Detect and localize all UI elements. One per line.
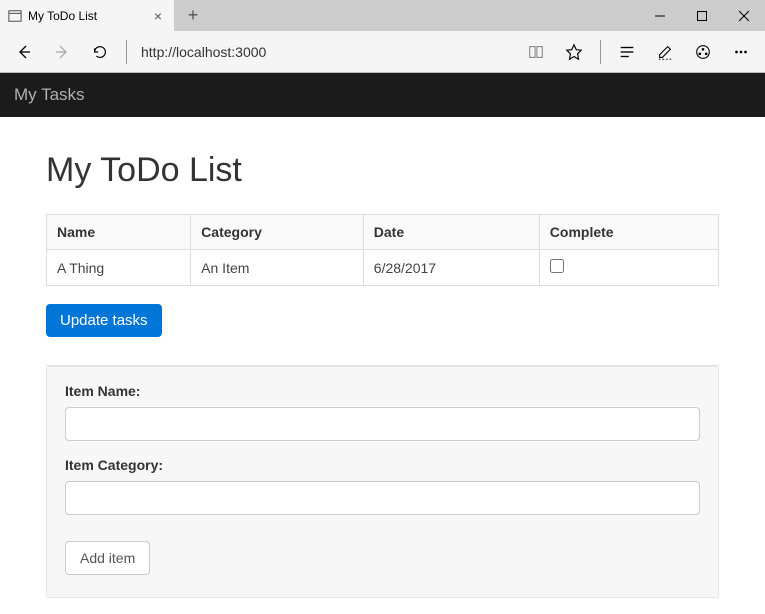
add-item-button[interactable]: Add item (65, 541, 150, 575)
favorite-icon[interactable] (556, 34, 592, 70)
browser-tab[interactable]: My ToDo List × (0, 0, 175, 31)
page-icon (8, 9, 22, 23)
hub-icon[interactable] (609, 34, 645, 70)
browser-toolbar (0, 31, 765, 73)
item-category-input[interactable] (65, 481, 700, 515)
col-complete: Complete (539, 215, 718, 250)
minimize-button[interactable] (639, 0, 681, 31)
complete-checkbox[interactable] (550, 259, 564, 273)
close-tab-icon[interactable]: × (150, 8, 166, 24)
item-name-input[interactable] (65, 407, 700, 441)
tab-title: My ToDo List (28, 9, 144, 23)
app-navbar: My Tasks (0, 73, 765, 117)
add-item-form: Item Name: Item Category: Add item (46, 366, 719, 598)
cell-name: A Thing (47, 250, 191, 286)
browser-titlebar: My ToDo List × + (0, 0, 765, 31)
close-window-button[interactable] (723, 0, 765, 31)
cell-category: An Item (191, 250, 364, 286)
refresh-button[interactable] (82, 34, 118, 70)
address-bar[interactable] (135, 38, 516, 66)
page-heading: My ToDo List (46, 151, 719, 190)
cell-complete (539, 250, 718, 286)
forward-button[interactable] (44, 34, 80, 70)
web-note-icon[interactable] (647, 34, 683, 70)
reading-view-icon[interactable] (518, 34, 554, 70)
cell-date: 6/28/2017 (363, 250, 539, 286)
tasks-table: Name Category Date Complete A Thing An I… (46, 214, 719, 286)
share-icon[interactable] (685, 34, 721, 70)
window-controls (639, 0, 765, 31)
new-tab-button[interactable]: + (175, 0, 211, 31)
item-category-label: Item Category: (65, 457, 700, 473)
col-category: Category (191, 215, 364, 250)
maximize-button[interactable] (681, 0, 723, 31)
more-icon[interactable] (723, 34, 759, 70)
navbar-brand[interactable]: My Tasks (14, 85, 85, 104)
table-header-row: Name Category Date Complete (47, 215, 719, 250)
back-button[interactable] (6, 34, 42, 70)
col-name: Name (47, 215, 191, 250)
page-content: My Tasks My ToDo List Name Category Date… (0, 73, 765, 614)
update-tasks-button[interactable]: Update tasks (46, 304, 162, 337)
col-date: Date (363, 215, 539, 250)
item-name-label: Item Name: (65, 383, 700, 399)
table-row: A Thing An Item 6/28/2017 (47, 250, 719, 286)
toolbar-separator-2 (600, 40, 601, 64)
toolbar-separator (126, 40, 127, 64)
